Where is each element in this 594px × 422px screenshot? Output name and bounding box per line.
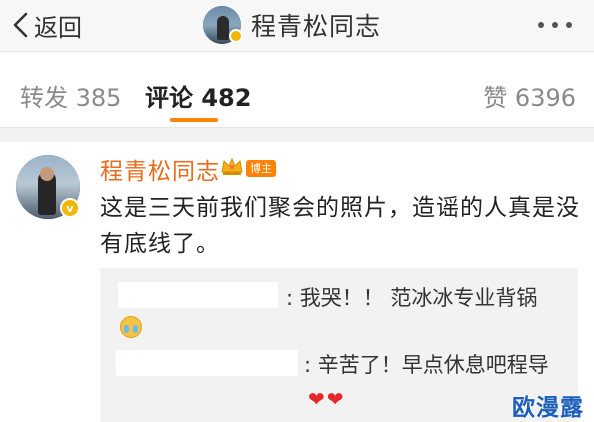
top-nav-bar: 返回 程青松同志	[0, 0, 594, 52]
more-dots-icon	[538, 22, 544, 28]
tab-repost-count: 385	[75, 84, 122, 112]
back-chevron-icon	[13, 12, 28, 38]
section-divider	[0, 128, 594, 142]
back-button[interactable]: 返回	[10, 8, 82, 42]
tab-comment-label: 评论	[145, 84, 193, 112]
tab-like-count: 6396	[514, 84, 576, 112]
verified-badge-icon	[60, 198, 80, 218]
redacted-username	[118, 282, 278, 308]
comment-text: 这是三天前我们聚会的照片，造谣的人真是没有底线了。	[100, 195, 580, 257]
crown-icon	[221, 157, 243, 175]
reply-text: : 辛苦了！早点休息吧程导	[304, 353, 549, 377]
heart-icon: ❤❤	[308, 387, 346, 411]
tab-bar: 转发 385 评论 482 赞 6396	[0, 52, 594, 128]
verified-badge-icon	[229, 29, 243, 43]
tab-like[interactable]: 赞 6396	[483, 78, 576, 113]
tab-comment-count: 482	[201, 84, 252, 112]
crying-emoji-icon	[120, 316, 142, 338]
comment-author[interactable]: 程青松同志	[100, 152, 220, 186]
reply-text: : 我哭！！ 范冰冰专业背锅	[286, 286, 538, 310]
back-label: 返回	[34, 13, 82, 42]
watermark: 欧漫露	[512, 395, 584, 421]
more-options-button[interactable]	[538, 22, 572, 28]
tab-like-label: 赞	[483, 84, 508, 112]
owner-badge: 博主	[246, 160, 276, 177]
active-tab-indicator	[170, 118, 218, 122]
tab-repost-label: 转发	[20, 84, 68, 112]
page-title: 程青松同志	[251, 12, 382, 41]
redacted-username	[116, 350, 298, 376]
tab-comment[interactable]: 评论 482	[145, 78, 251, 113]
replies-box[interactable]: : 我哭！！ 范冰冰专业背锅 : 辛苦了！早点休息吧程导 ❤❤	[100, 268, 578, 422]
tab-repost[interactable]: 转发 385	[20, 78, 121, 113]
